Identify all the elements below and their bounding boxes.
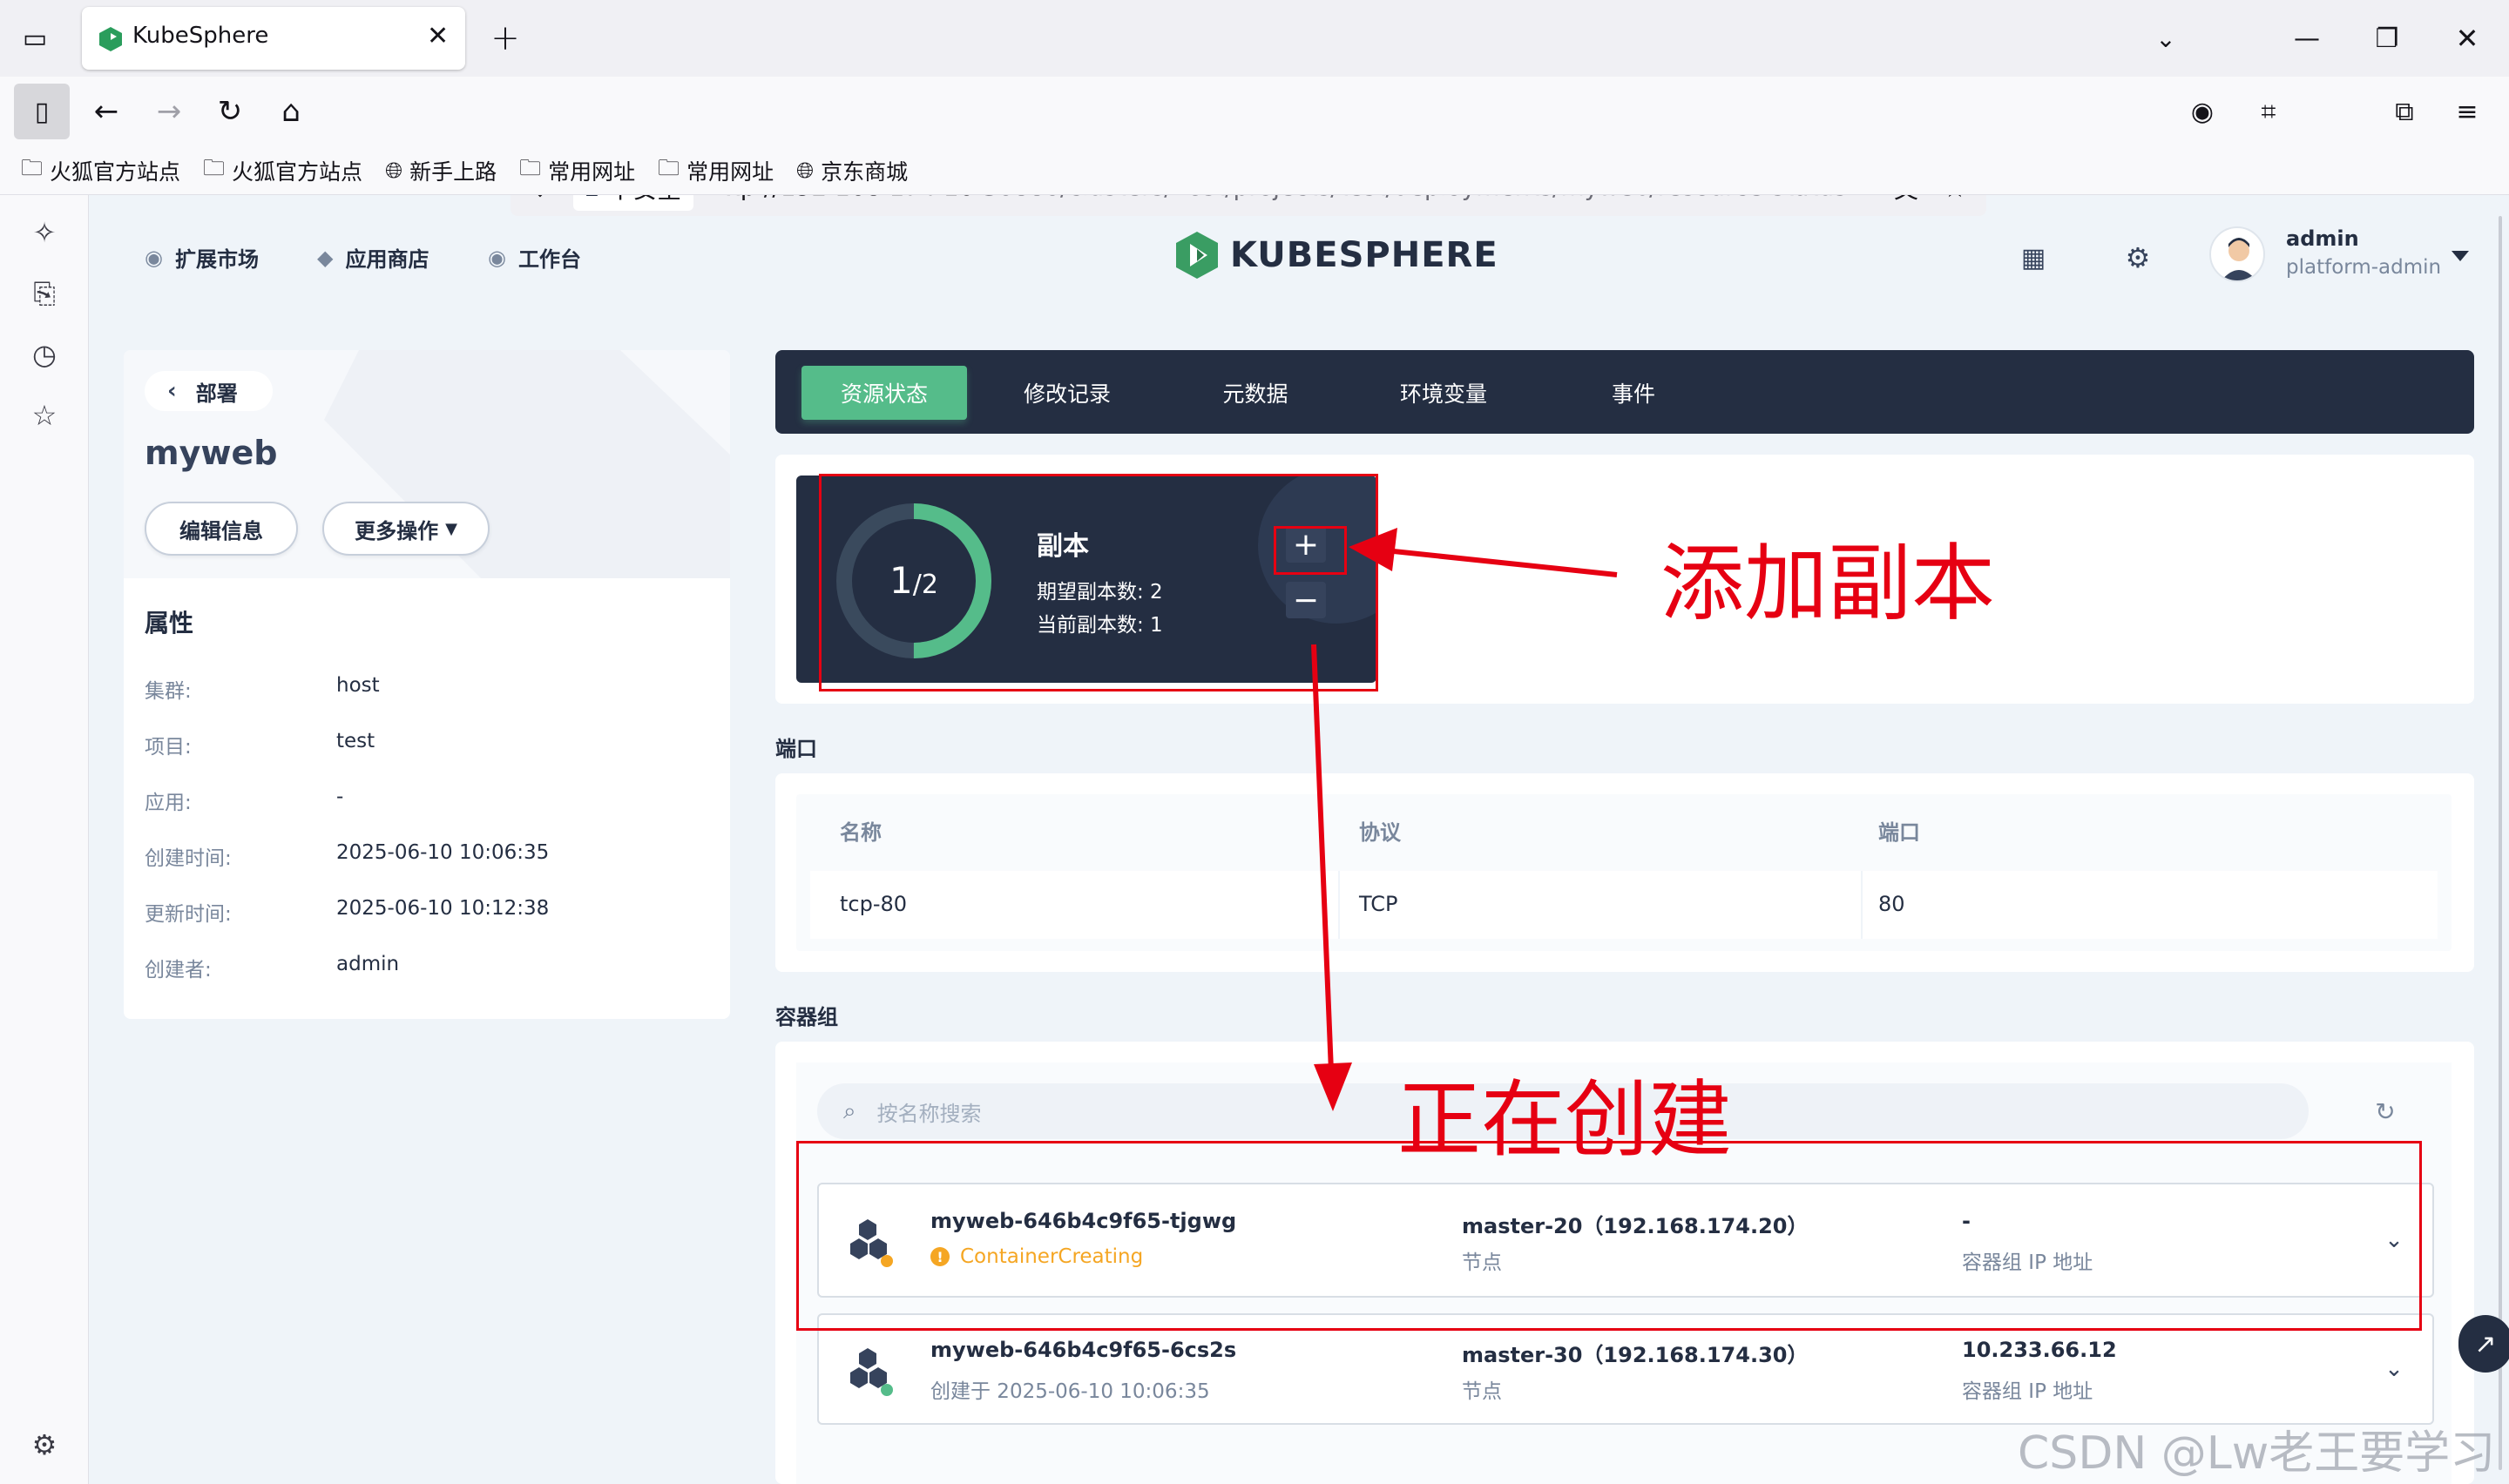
annotation-arrows bbox=[1311, 528, 1618, 1111]
arrow-head bbox=[1349, 528, 1397, 571]
arrow-to-creating-pod bbox=[1311, 644, 1334, 1072]
annotation-add-replica-text: 添加副本 bbox=[1660, 535, 1995, 632]
arrow-to-add-button bbox=[1384, 548, 1618, 577]
arrow-head bbox=[1314, 1062, 1352, 1111]
annotation-creating-text: 正在创建 bbox=[1397, 1071, 1732, 1169]
csdn-watermark: CSDN @Lw老王要学习 bbox=[2018, 1427, 2496, 1480]
